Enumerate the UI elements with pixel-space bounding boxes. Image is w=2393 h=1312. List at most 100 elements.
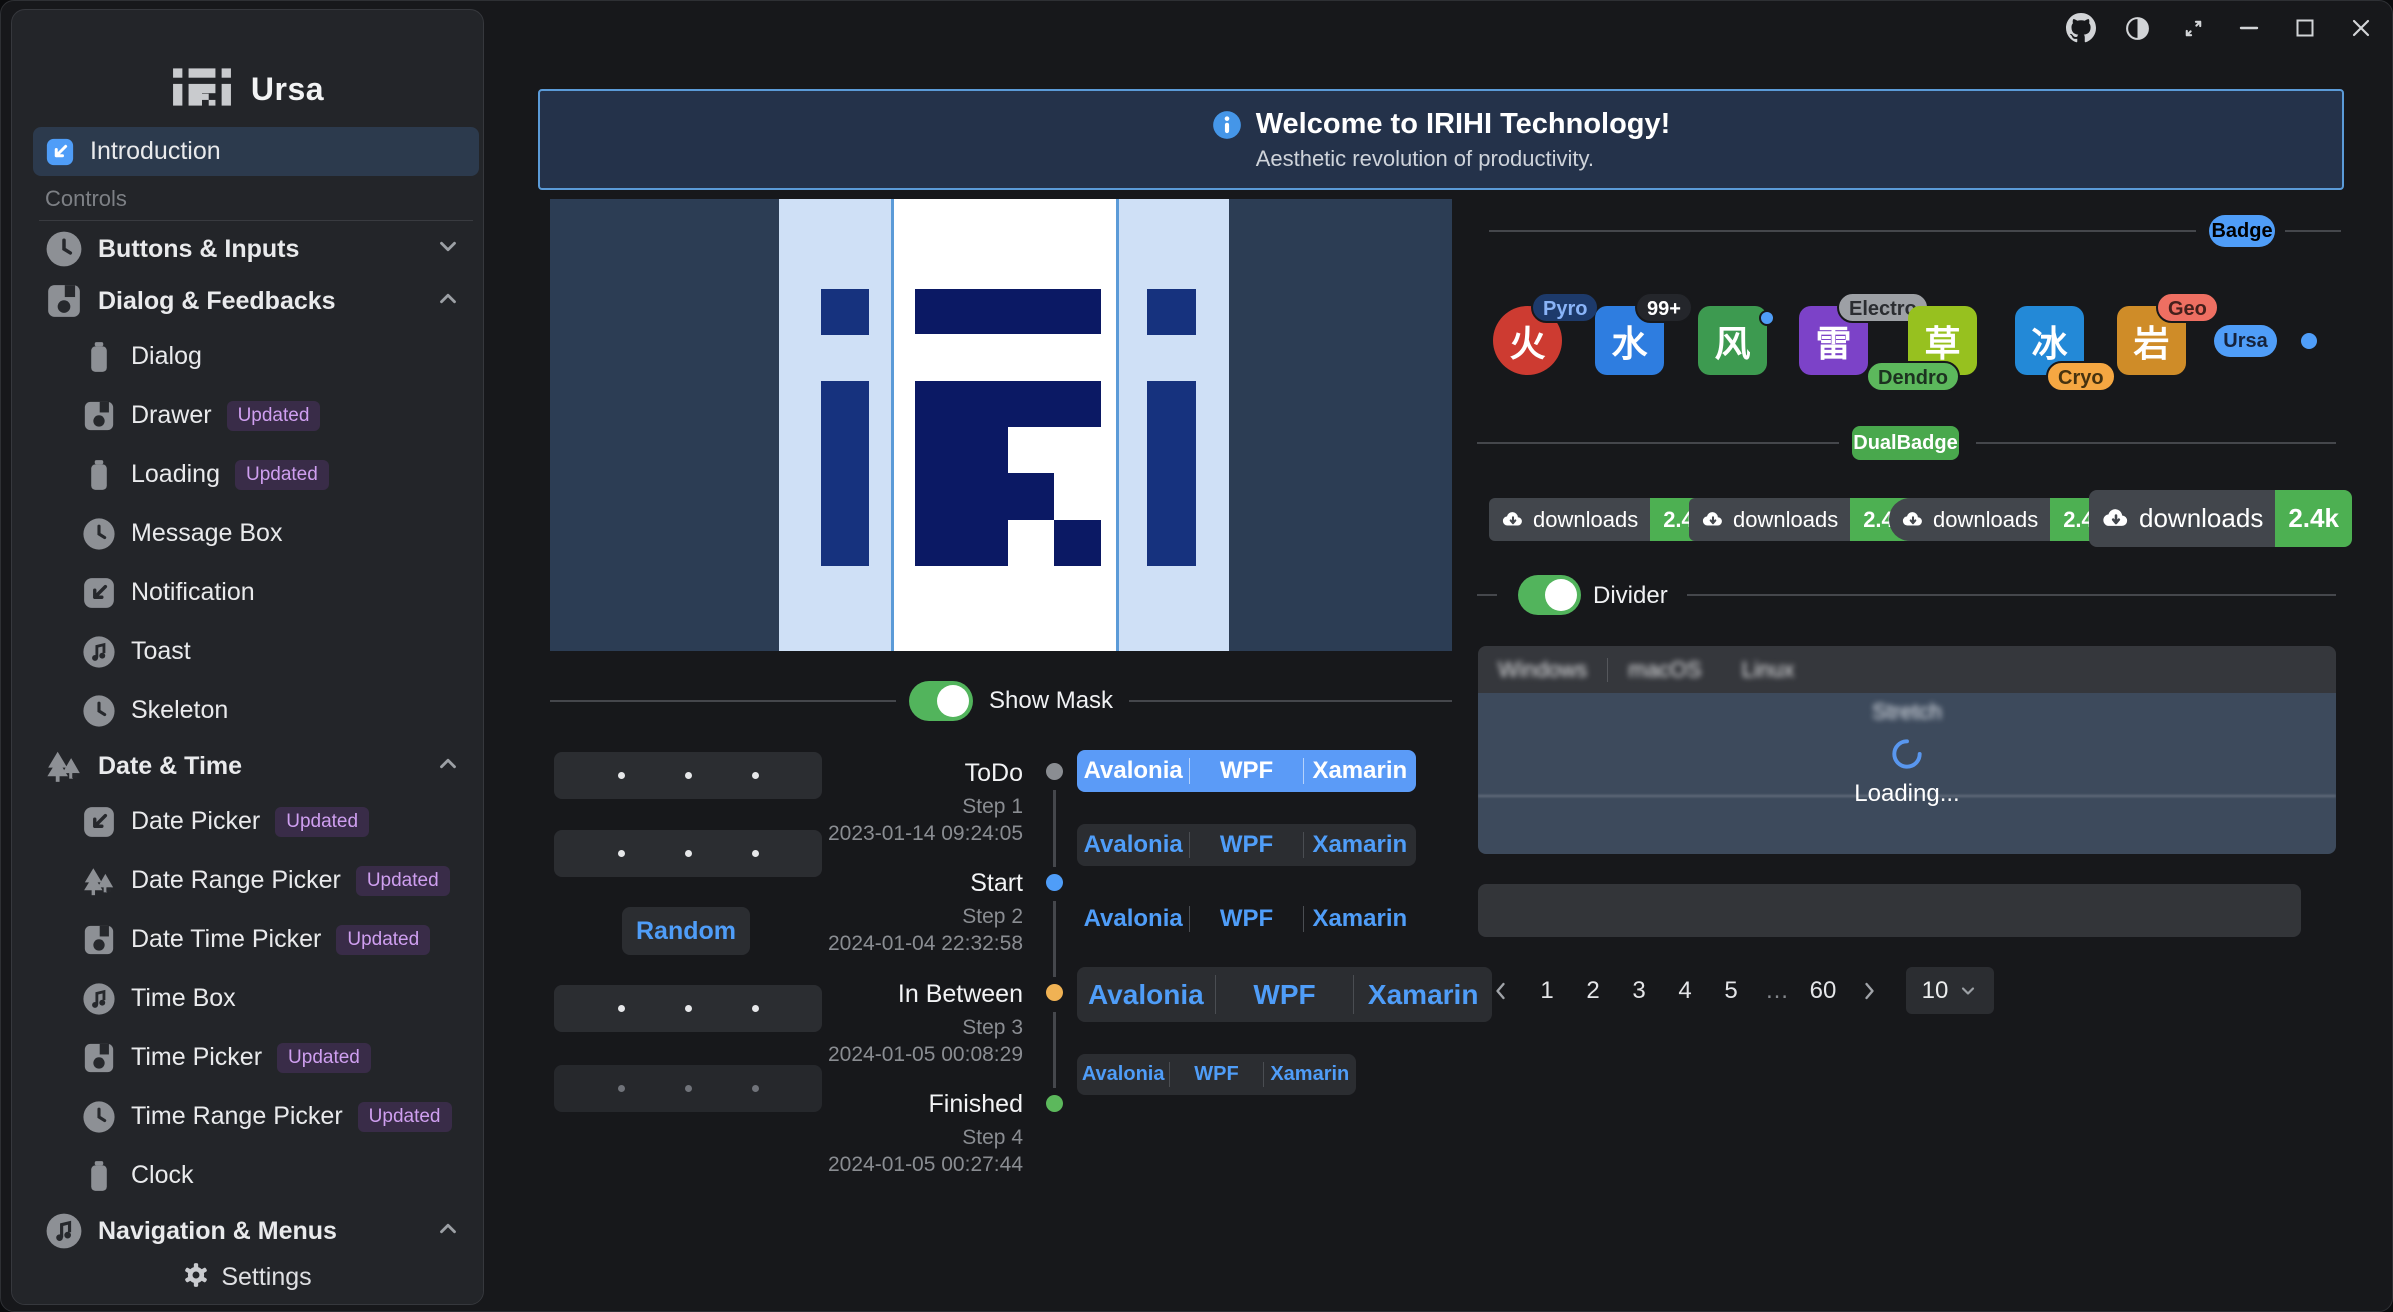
- nav-item-label: Time Box: [131, 984, 236, 1013]
- show-mask-divider: Show Mask: [550, 681, 1452, 721]
- page-button-3[interactable]: 3: [1622, 967, 1656, 1014]
- timeline-step: Step 2: [825, 903, 1023, 930]
- tab-linux[interactable]: Linux: [1722, 657, 1815, 683]
- divider-toggle[interactable]: [1518, 575, 1581, 615]
- nav-group-buttons-inputs[interactable]: Buttons & Inputs: [33, 223, 479, 275]
- sidebar-item-loading[interactable]: LoadingUpdated: [33, 445, 479, 504]
- timeline-title: In Between: [825, 980, 1023, 1008]
- prev-page-button[interactable]: [1484, 967, 1518, 1014]
- downloads-label: downloads: [2139, 503, 2263, 534]
- corner-badge: Dendro: [1866, 361, 1960, 392]
- settings-label: Settings: [221, 1263, 311, 1292]
- tab-panel: WindowsmacOSLinux Stretch Loading...: [1478, 646, 2336, 854]
- minimize-icon[interactable]: [2234, 13, 2264, 43]
- sidebar-item-time-range-picker[interactable]: Time Range PickerUpdated: [33, 1087, 479, 1146]
- page-button-5[interactable]: 5: [1714, 967, 1748, 1014]
- divider-label: Divider: [1593, 582, 1668, 610]
- settings-button[interactable]: Settings: [12, 1250, 483, 1304]
- nav-item-label: Date & Time: [98, 752, 242, 781]
- badge-demo-item: 草Dendro: [1908, 306, 1977, 375]
- dual-badge-downloads: downloads 2.4k: [1889, 498, 2119, 541]
- divider-demo-line: [1687, 594, 2336, 596]
- battery-icon: [82, 1159, 116, 1193]
- nav-item-label: Dialog & Feedbacks: [98, 287, 336, 316]
- updated-badge: Updated: [227, 401, 321, 431]
- timeline-entry: In Between Step 3 2024-01-05 00:08:29: [825, 980, 1023, 1068]
- clock-icon: [45, 230, 83, 268]
- tab-windows[interactable]: Windows: [1478, 657, 1607, 683]
- corner-badge: 99+: [1635, 292, 1693, 323]
- sidebar-item-introduction[interactable]: Introduction: [33, 127, 479, 176]
- sidebar-item-notification[interactable]: Notification: [33, 563, 479, 622]
- page-size-value: 10: [1922, 977, 1949, 1005]
- nav-item-label: Skeleton: [131, 696, 228, 725]
- nav-group-navigation-menus[interactable]: Navigation & Menus: [33, 1205, 479, 1250]
- battery-icon: [82, 458, 116, 492]
- page-button-60[interactable]: 60: [1806, 967, 1840, 1014]
- mask-divider-line: [1116, 199, 1119, 651]
- avalonia-button[interactable]: Avalonia: [1077, 1054, 1169, 1095]
- nav-item-label: Buttons & Inputs: [98, 235, 299, 264]
- badge-demo-item: 雷Electro: [1799, 306, 1868, 375]
- download-cloud-icon: [1701, 508, 1725, 532]
- sidebar-item-clock[interactable]: Clock: [33, 1146, 479, 1205]
- downloads-count: 2.4k: [2275, 490, 2352, 547]
- chevron-down-icon: [435, 234, 461, 265]
- tab-content: Stretch Loading...: [1478, 693, 2336, 854]
- sidebar-item-time-picker[interactable]: Time PickerUpdated: [33, 1028, 479, 1087]
- loading-dots-box: [554, 985, 822, 1032]
- page-size-select[interactable]: 10: [1906, 967, 1994, 1014]
- wpf-button[interactable]: WPF: [1216, 967, 1354, 1022]
- sidebar-item-date-time-picker[interactable]: Date Time PickerUpdated: [33, 910, 479, 969]
- wpf-button[interactable]: WPF: [1190, 750, 1302, 792]
- expand-icon[interactable]: [2178, 13, 2208, 43]
- sidebar-item-time-box[interactable]: Time Box: [33, 969, 479, 1028]
- next-page-button[interactable]: [1852, 967, 1886, 1014]
- wpf-button[interactable]: WPF: [1190, 824, 1302, 866]
- updated-badge: Updated: [275, 807, 369, 837]
- wpf-button[interactable]: WPF: [1170, 1054, 1262, 1095]
- theme-toggle-icon[interactable]: [2122, 13, 2152, 43]
- sidebar-item-toast[interactable]: Toast: [33, 622, 479, 681]
- page-button-4[interactable]: 4: [1668, 967, 1702, 1014]
- sidebar-item-date-picker[interactable]: Date PickerUpdated: [33, 792, 479, 851]
- avalonia-button[interactable]: Avalonia: [1077, 824, 1189, 866]
- xamarin-button[interactable]: Xamarin: [1354, 967, 1492, 1022]
- trees-icon: [45, 747, 83, 785]
- page-button-1[interactable]: 1: [1530, 967, 1564, 1014]
- page-button-2[interactable]: 2: [1576, 967, 1610, 1014]
- github-icon[interactable]: [2066, 13, 2096, 43]
- nav-group-dialog-feedbacks[interactable]: Dialog & Feedbacks: [33, 275, 479, 327]
- xamarin-button[interactable]: Xamarin: [1304, 824, 1416, 866]
- page-ellipsis: …: [1760, 967, 1794, 1014]
- avalonia-button[interactable]: Avalonia: [1077, 967, 1215, 1022]
- maximize-icon[interactable]: [2290, 13, 2320, 43]
- close-icon[interactable]: [2346, 13, 2376, 43]
- floppy-icon: [82, 399, 116, 433]
- xamarin-button[interactable]: Xamarin: [1304, 898, 1416, 940]
- empty-input[interactable]: [1478, 884, 2301, 937]
- sidebar-item-message-box[interactable]: Message Box: [33, 504, 479, 563]
- random-button[interactable]: Random: [622, 907, 750, 955]
- sidebar-item-skeleton[interactable]: Skeleton: [33, 681, 479, 740]
- download-cloud-icon: [2101, 504, 2131, 534]
- avalonia-button[interactable]: Avalonia: [1077, 898, 1189, 940]
- dual-badge-downloads: downloads 2.4k: [2089, 490, 2352, 547]
- timeline-time: 2024-01-05 00:27:44: [825, 1151, 1023, 1178]
- updated-badge: Updated: [358, 1102, 452, 1132]
- wpf-button[interactable]: WPF: [1190, 898, 1302, 940]
- button-group-ghost: AvaloniaWPFXamarin: [1077, 898, 1416, 940]
- tab-macos[interactable]: macOS: [1608, 657, 1721, 683]
- nav-item-label: Time Picker: [131, 1043, 262, 1072]
- sidebar-item-drawer[interactable]: DrawerUpdated: [33, 386, 479, 445]
- xamarin-button[interactable]: Xamarin: [1264, 1054, 1356, 1095]
- nav-item-label: Loading: [131, 460, 220, 489]
- show-mask-toggle[interactable]: [909, 681, 973, 721]
- badge-divider-pill: Badge: [2209, 215, 2275, 247]
- downloads-label: downloads: [1533, 507, 1638, 533]
- xamarin-button[interactable]: Xamarin: [1304, 750, 1416, 792]
- sidebar-item-dialog[interactable]: Dialog: [33, 327, 479, 386]
- nav-group-date-time[interactable]: Date & Time: [33, 740, 479, 792]
- sidebar-item-date-range-picker[interactable]: Date Range PickerUpdated: [33, 851, 479, 910]
- avalonia-button[interactable]: Avalonia: [1077, 750, 1189, 792]
